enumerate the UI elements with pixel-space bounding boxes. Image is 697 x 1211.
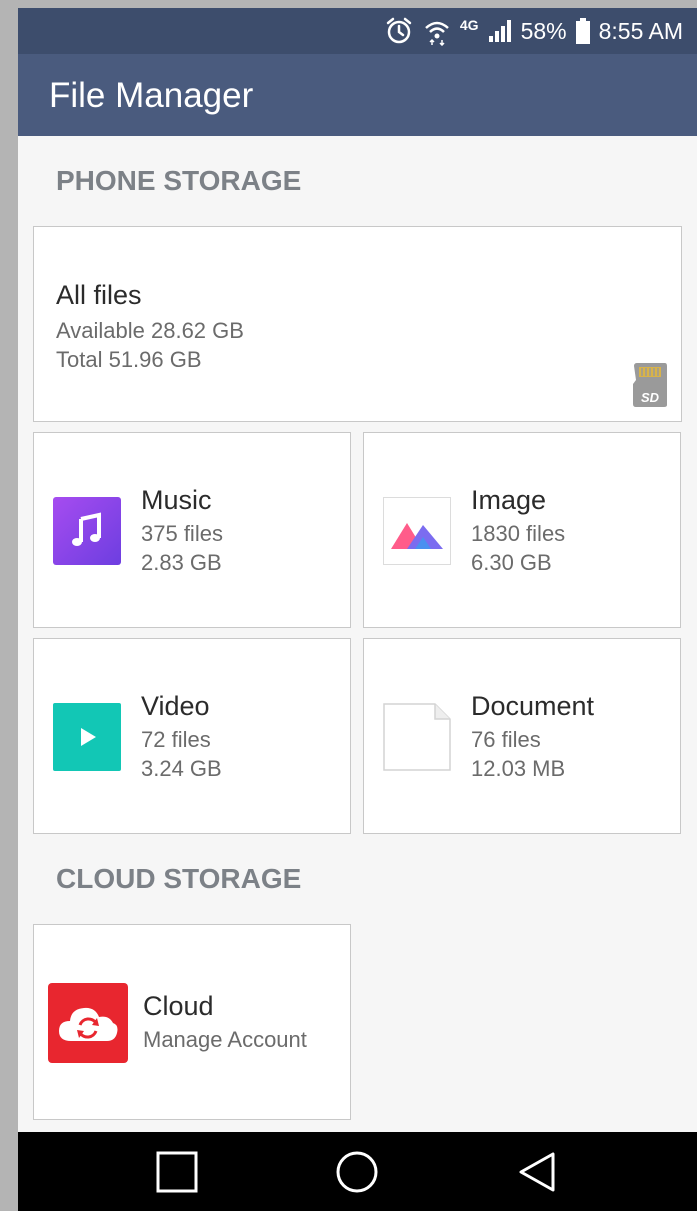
video-card[interactable]: Video 72 files 3.24 GB bbox=[33, 638, 351, 834]
recent-apps-icon bbox=[156, 1151, 198, 1192]
app-title: File Manager bbox=[49, 76, 254, 115]
all-files-title: All files bbox=[56, 280, 142, 310]
document-icon bbox=[383, 703, 451, 771]
back-icon bbox=[519, 1152, 555, 1191]
video-title: Video bbox=[141, 691, 210, 721]
video-size: 3.24 GB bbox=[141, 756, 222, 781]
play-icon bbox=[53, 703, 121, 771]
screen: 4G 58% 8:55 AM File Manager PHONE STORAG… bbox=[18, 8, 697, 1211]
cloud-card[interactable]: Cloud Manage Account bbox=[33, 924, 351, 1120]
cloud-manage-account: Manage Account bbox=[143, 1027, 307, 1052]
available-space: Available 28.62 GB bbox=[56, 318, 244, 343]
network-type-icon: 4G bbox=[459, 17, 479, 33]
document-file-count: 76 files bbox=[471, 727, 541, 752]
music-title: Music bbox=[141, 485, 212, 515]
cloud-storage-header: CLOUD STORAGE bbox=[56, 863, 302, 894]
status-bar: 4G 58% 8:55 AM bbox=[18, 8, 697, 54]
back-button[interactable] bbox=[477, 1132, 597, 1211]
image-mountains-icon bbox=[383, 497, 451, 565]
battery-icon bbox=[575, 17, 591, 45]
document-title: Document bbox=[471, 691, 595, 721]
phone-storage-header: PHONE STORAGE bbox=[56, 165, 302, 196]
home-button[interactable] bbox=[297, 1132, 417, 1211]
all-files-card[interactable]: All files Available 28.62 GB Total 51.96… bbox=[33, 226, 682, 422]
wifi-icon bbox=[422, 16, 452, 46]
document-size: 12.03 MB bbox=[471, 756, 566, 781]
total-space: Total 51.96 GB bbox=[56, 347, 202, 372]
music-card[interactable]: Music 375 files 2.83 GB bbox=[33, 432, 351, 628]
signal-icon bbox=[487, 18, 513, 44]
document-card[interactable]: Document 76 files 12.03 MB bbox=[363, 638, 681, 834]
music-note-icon bbox=[53, 497, 121, 565]
cloud-title: Cloud bbox=[143, 991, 214, 1021]
video-file-count: 72 files bbox=[141, 727, 211, 752]
alarm-icon bbox=[384, 16, 414, 46]
music-file-count: 375 files bbox=[141, 521, 223, 546]
sd-card-icon: SD bbox=[632, 362, 668, 413]
battery-percent: 58% bbox=[520, 17, 567, 44]
image-size: 6.30 GB bbox=[471, 550, 552, 575]
navigation-bar bbox=[18, 1132, 697, 1211]
image-file-count: 1830 files bbox=[471, 521, 566, 546]
image-card[interactable]: Image 1830 files 6.30 GB bbox=[363, 432, 681, 628]
clock: 8:55 AM bbox=[598, 17, 683, 44]
svg-text:SD: SD bbox=[641, 390, 660, 405]
home-icon bbox=[336, 1151, 378, 1192]
cloud-sync-icon bbox=[48, 983, 128, 1063]
app-bar: File Manager bbox=[18, 54, 697, 136]
recent-apps-button[interactable] bbox=[117, 1132, 237, 1211]
music-size: 2.83 GB bbox=[141, 550, 222, 575]
image-title: Image bbox=[471, 485, 547, 515]
